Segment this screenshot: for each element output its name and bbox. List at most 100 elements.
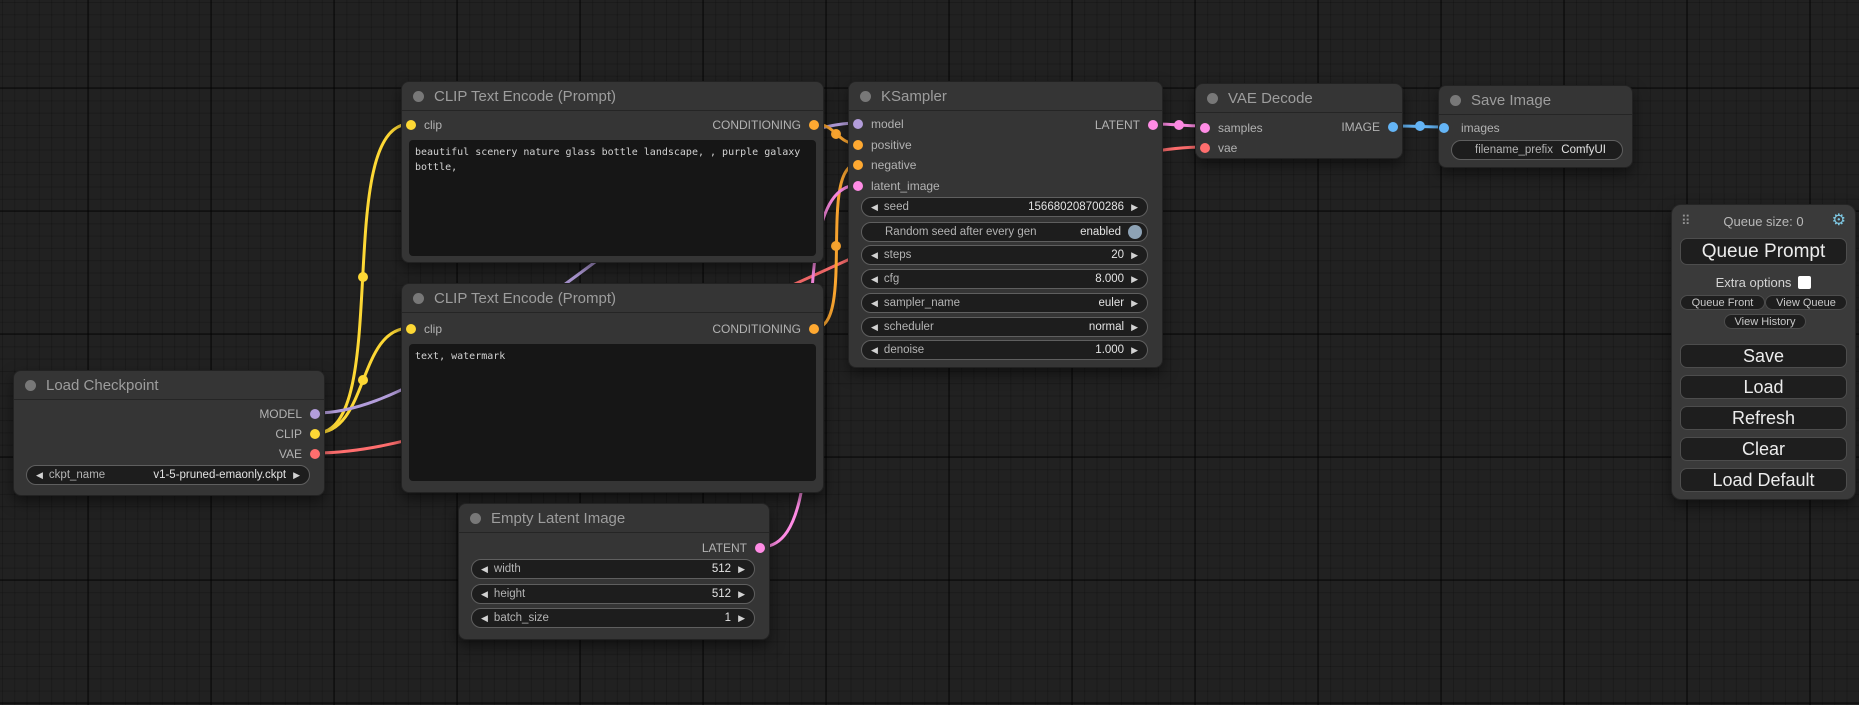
increment-arrow-icon[interactable]: ▶: [1131, 299, 1138, 308]
queue-front-button[interactable]: Queue Front: [1680, 295, 1765, 310]
vae-input-port[interactable]: [1200, 143, 1210, 153]
collapse-dot[interactable]: [860, 91, 871, 102]
decrement-arrow-icon[interactable]: ◀: [871, 299, 878, 308]
latent-output-port[interactable]: [755, 543, 765, 553]
prompt-textarea[interactable]: text, watermark: [409, 344, 816, 481]
random-seed-widget[interactable]: Random seed after every gen enabled: [861, 222, 1148, 242]
height-widget[interactable]: ◀ height 512 ▶: [471, 584, 755, 604]
ckpt-name-widget[interactable]: ◀ ckpt_name v1-5-pruned-emaonly.ckpt ▶: [26, 465, 310, 485]
output-label: LATENT: [1095, 118, 1140, 132]
node-title-bar[interactable]: Load Checkpoint: [14, 371, 324, 400]
conditioning-output-port[interactable]: [809, 324, 819, 334]
decrement-arrow-icon[interactable]: ◀: [871, 275, 878, 284]
batch-size-widget[interactable]: ◀ batch_size 1 ▶: [471, 608, 755, 628]
load-default-button[interactable]: Load Default: [1680, 468, 1847, 492]
input-label: latent_image: [871, 179, 940, 193]
collapse-dot[interactable]: [470, 513, 481, 524]
clip-input-port[interactable]: [406, 120, 416, 130]
increment-arrow-icon[interactable]: ▶: [738, 565, 745, 574]
node-save-image[interactable]: Save Image images filename_prefix ComfyU…: [1438, 85, 1633, 168]
toggle-dot[interactable]: [1128, 225, 1142, 239]
increment-arrow-icon[interactable]: ▶: [738, 590, 745, 599]
decrement-arrow-icon[interactable]: ◀: [871, 203, 878, 212]
increment-arrow-icon[interactable]: ▶: [1131, 203, 1138, 212]
widget-label: height: [494, 588, 525, 600]
vae-output-port[interactable]: [310, 449, 320, 459]
widget-label: width: [494, 563, 521, 575]
load-button[interactable]: Load: [1680, 375, 1847, 399]
node-title-bar[interactable]: Save Image: [1439, 86, 1632, 115]
latent-output-port[interactable]: [1148, 120, 1158, 130]
collapse-dot[interactable]: [1450, 95, 1461, 106]
node-title-bar[interactable]: CLIP Text Encode (Prompt): [402, 82, 823, 111]
increment-arrow-icon[interactable]: ▶: [1131, 346, 1138, 355]
clip-output-port[interactable]: [310, 429, 320, 439]
samples-input-port[interactable]: [1200, 123, 1210, 133]
increment-arrow-icon[interactable]: ▶: [1131, 251, 1138, 260]
width-widget[interactable]: ◀ width 512 ▶: [471, 559, 755, 579]
extra-options-label: Extra options: [1716, 275, 1792, 290]
scheduler-widget[interactable]: ◀ scheduler normal ▶: [861, 317, 1148, 337]
widget-value: 20: [1111, 249, 1124, 261]
node-title: CLIP Text Encode (Prompt): [434, 88, 616, 105]
refresh-button[interactable]: Refresh: [1680, 406, 1847, 430]
view-queue-button[interactable]: View Queue: [1765, 295, 1847, 310]
input-label: negative: [871, 158, 916, 172]
collapse-dot[interactable]: [413, 293, 424, 304]
increment-arrow-icon[interactable]: ▶: [1131, 323, 1138, 332]
positive-input-port[interactable]: [853, 140, 863, 150]
node-load-checkpoint[interactable]: Load Checkpoint MODEL CLIP VAE ◀ ckpt_na…: [13, 370, 325, 496]
decrement-arrow-icon[interactable]: ◀: [481, 565, 488, 574]
increment-arrow-icon[interactable]: ▶: [293, 471, 300, 480]
save-button[interactable]: Save: [1680, 344, 1847, 368]
node-title-bar[interactable]: VAE Decode: [1196, 84, 1402, 113]
increment-arrow-icon[interactable]: ▶: [738, 614, 745, 623]
node-title-bar[interactable]: Empty Latent Image: [459, 504, 769, 533]
link-midpoint-dot: [1174, 120, 1184, 130]
io-row-clip-conditioning: clip CONDITIONING: [402, 319, 823, 339]
increment-arrow-icon[interactable]: ▶: [1131, 275, 1138, 284]
collapse-dot[interactable]: [25, 380, 36, 391]
decrement-arrow-icon[interactable]: ◀: [481, 590, 488, 599]
denoise-widget[interactable]: ◀ denoise 1.000 ▶: [861, 340, 1148, 360]
view-history-button[interactable]: View History: [1724, 314, 1806, 329]
images-input-port[interactable]: [1439, 123, 1449, 133]
io-row-model-latent: model LATENT: [849, 114, 1162, 134]
output-row-clip: CLIP: [14, 424, 324, 444]
decrement-arrow-icon[interactable]: ◀: [481, 614, 488, 623]
node-title: Save Image: [1471, 92, 1551, 109]
clip-input-port[interactable]: [406, 324, 416, 334]
filename-prefix-widget[interactable]: filename_prefix ComfyUI: [1451, 140, 1623, 160]
model-input-port[interactable]: [853, 119, 863, 129]
gear-icon[interactable]: ⚙: [1832, 212, 1846, 230]
decrement-arrow-icon[interactable]: ◀: [871, 251, 878, 260]
decrement-arrow-icon[interactable]: ◀: [871, 346, 878, 355]
prompt-textarea[interactable]: beautiful scenery nature glass bottle la…: [409, 140, 816, 256]
extra-options-checkbox[interactable]: [1798, 276, 1811, 289]
node-clip-text-encode-negative[interactable]: CLIP Text Encode (Prompt) clip CONDITION…: [401, 283, 824, 493]
image-output-port[interactable]: [1388, 122, 1398, 132]
cfg-widget[interactable]: ◀ cfg 8.000 ▶: [861, 269, 1148, 289]
negative-input-port[interactable]: [853, 160, 863, 170]
node-ksampler[interactable]: KSampler model LATENT positive negative …: [848, 81, 1163, 368]
queue-prompt-button[interactable]: Queue Prompt: [1680, 238, 1847, 265]
node-vae-decode[interactable]: VAE Decode samples IMAGE vae: [1195, 83, 1403, 159]
widget-label: seed: [884, 201, 909, 213]
seed-widget[interactable]: ◀ seed 156680208700286 ▶: [861, 197, 1148, 217]
model-output-port[interactable]: [310, 409, 320, 419]
input-row-negative: negative: [849, 155, 1162, 175]
decrement-arrow-icon[interactable]: ◀: [871, 323, 878, 332]
sampler-name-widget[interactable]: ◀ sampler_name euler ▶: [861, 293, 1148, 313]
collapse-dot[interactable]: [1207, 93, 1218, 104]
node-title-bar[interactable]: KSampler: [849, 82, 1162, 111]
node-title-bar[interactable]: CLIP Text Encode (Prompt): [402, 284, 823, 313]
conditioning-output-port[interactable]: [809, 120, 819, 130]
node-graph-canvas[interactable]: Load Checkpoint MODEL CLIP VAE ◀ ckpt_na…: [0, 0, 1859, 705]
decrement-arrow-icon[interactable]: ◀: [36, 471, 43, 480]
latent-image-input-port[interactable]: [853, 181, 863, 191]
steps-widget[interactable]: ◀ steps 20 ▶: [861, 245, 1148, 265]
collapse-dot[interactable]: [413, 91, 424, 102]
node-empty-latent-image[interactable]: Empty Latent Image LATENT ◀ width 512 ▶ …: [458, 503, 770, 640]
clear-button[interactable]: Clear: [1680, 437, 1847, 461]
node-clip-text-encode-positive[interactable]: CLIP Text Encode (Prompt) clip CONDITION…: [401, 81, 824, 263]
